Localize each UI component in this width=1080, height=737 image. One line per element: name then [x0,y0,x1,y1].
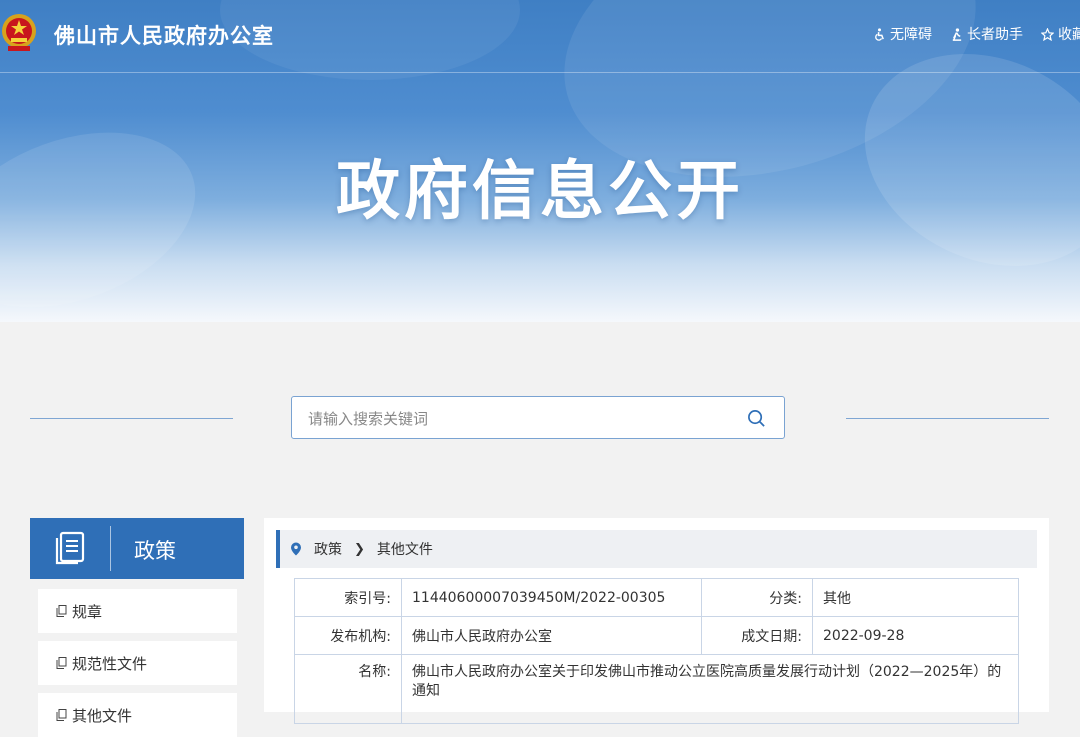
sidebar-header-divider [110,526,111,571]
sidebar-item-rules[interactable]: 规章 [38,589,237,633]
document-icon [56,605,67,617]
sidebar-item-label: 其他文件 [72,706,133,725]
sidebar-item-normative-docs[interactable]: 规范性文件 [38,641,237,685]
favorite-label: 收藏 [1058,27,1080,43]
sidebar-title: 政策 [134,539,176,563]
search-left-line [30,418,233,419]
table-row: 发布机构: 佛山市人民政府办公室 成文日期: 2022-09-28 [294,616,1019,655]
banner-title: 政府信息公开 [336,155,744,229]
name-value: 佛山市人民政府办公室关于印发佛山市推动公立医院高质量发展行动计划（2022—20… [401,654,1019,724]
header-banner: 佛山市人民政府办公室 无障碍 长者助手 收藏 政府信息公开 [0,0,1080,322]
national-emblem-icon [2,14,36,51]
accessibility-icon [875,27,884,41]
elder-assist-label: 长者助手 [967,27,1023,43]
star-icon [1041,27,1054,41]
sidebar-item-label: 规范性文件 [72,654,148,673]
policy-book-icon [55,531,85,565]
sidebar-item-other-docs[interactable]: 其他文件 [38,693,237,737]
date-value: 2022-09-28 [812,616,1019,655]
favorite-link[interactable]: 收藏 [1041,24,1080,44]
document-icon [56,657,67,669]
search-right-line [846,418,1049,419]
table-row: 名称: 佛山市人民政府办公室关于印发佛山市推动公立医院高质量发展行动计划（202… [294,654,1019,724]
utility-links: 无障碍 长者助手 收藏 [873,24,1080,44]
publisher-label: 发布机构: [294,616,402,655]
document-info-table: 索引号: 11440600007039450M/2022-00305 分类: 其… [294,578,1019,724]
search-icon[interactable] [747,409,766,428]
category-value: 其他 [812,578,1019,617]
table-row: 索引号: 11440600007039450M/2022-00305 分类: 其… [294,578,1019,617]
index-value: 11440600007039450M/2022-00305 [401,578,702,617]
publisher-value: 佛山市人民政府办公室 [401,616,702,655]
index-label: 索引号: [294,578,402,617]
date-label: 成文日期: [701,616,813,655]
elder-assist-icon [952,27,962,41]
location-pin-icon [291,542,301,556]
search-box [291,396,785,440]
breadcrumb: 政策 ❯ 其他文件 [276,530,1037,568]
breadcrumb-policy[interactable]: 政策 [314,539,342,559]
chevron-right-icon: ❯ [354,541,365,557]
elder-assist-link[interactable]: 长者助手 [950,24,1023,44]
sidebar-item-label: 规章 [72,602,103,621]
document-icon [56,709,67,721]
accessibility-link[interactable]: 无障碍 [873,24,932,44]
sidebar-header: 政策 [30,518,244,579]
name-label: 名称: [294,654,402,724]
category-label: 分类: [701,578,813,617]
accessibility-label: 无障碍 [890,27,932,43]
search-input[interactable] [306,397,730,440]
main-content: 政策 ❯ 其他文件 索引号: 11440600007039450M/2022-0… [264,518,1049,724]
breadcrumb-other-docs[interactable]: 其他文件 [377,539,433,559]
top-bar: 佛山市人民政府办公室 无障碍 长者助手 收藏 [0,0,1080,73]
site-title[interactable]: 佛山市人民政府办公室 [54,20,274,50]
